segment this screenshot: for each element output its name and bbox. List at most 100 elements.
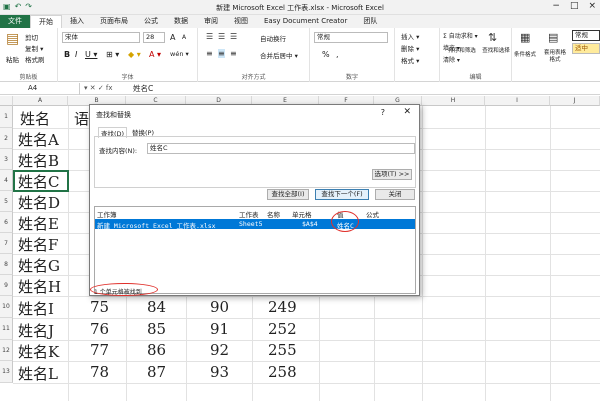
find-next-button[interactable]: 查找下一个(F) xyxy=(315,189,369,200)
row-header-5[interactable]: 5 xyxy=(0,191,13,212)
cell-a9[interactable]: 姓名H xyxy=(18,276,61,297)
align-right-icon[interactable]: ≡ xyxy=(230,49,237,58)
row-header-11[interactable]: 11 xyxy=(0,318,13,340)
table-format-icon[interactable]: ▤ xyxy=(548,31,558,44)
underline-button[interactable]: U ▾ xyxy=(85,50,97,59)
italic-button[interactable]: I xyxy=(75,50,77,59)
clear-button[interactable]: 清除 ▾ xyxy=(443,55,460,64)
border-button[interactable]: ⊞ ▾ xyxy=(106,50,119,59)
paste-button[interactable]: 粘贴 xyxy=(6,54,19,64)
merge-center-button[interactable]: 合并后居中 ▾ xyxy=(260,50,298,60)
cell-a6[interactable]: 姓名E xyxy=(18,213,59,234)
shrink-font-button[interactable]: A xyxy=(182,34,186,41)
copy-button[interactable]: 复制 ▾ xyxy=(25,43,43,53)
tab-review[interactable]: 审阅 xyxy=(196,15,226,28)
row-header-6[interactable]: 6 xyxy=(0,212,13,233)
cell-a12[interactable]: 姓名K xyxy=(18,341,59,362)
row-header-7[interactable]: 7 xyxy=(0,233,13,254)
cell-a8[interactable]: 姓名G xyxy=(18,255,60,276)
cell-e12[interactable]: 255 xyxy=(268,341,297,359)
percent-button[interactable]: % xyxy=(322,50,330,59)
phonetic-button[interactable]: wén ▾ xyxy=(170,50,189,58)
align-middle-icon[interactable]: ☰ xyxy=(218,32,225,41)
cell-d12[interactable]: 92 xyxy=(210,341,229,359)
insert-cells-button[interactable]: 插入 ▾ xyxy=(401,31,419,41)
cell-a10[interactable]: 姓名I xyxy=(18,298,54,319)
dialog-close-icon[interactable]: ✕ xyxy=(403,107,411,117)
cell-b11[interactable]: 76 xyxy=(90,320,109,338)
tab-view[interactable]: 视图 xyxy=(226,15,256,28)
row-header-8[interactable]: 8 xyxy=(0,254,13,275)
minimize-button[interactable]: − xyxy=(552,1,560,11)
style-normal[interactable]: 常规 xyxy=(572,30,600,41)
cell-a13[interactable]: 姓名L xyxy=(18,363,58,384)
cell-c12[interactable]: 86 xyxy=(147,341,166,359)
bold-button[interactable]: B xyxy=(64,50,70,59)
cell-d13[interactable]: 93 xyxy=(210,363,229,381)
cell-e10[interactable]: 249 xyxy=(268,298,297,316)
cut-button[interactable]: 剪切 xyxy=(25,32,38,42)
sort-filter-icon[interactable]: ⇅ xyxy=(488,31,497,44)
row-header-3[interactable]: 3 xyxy=(0,149,13,170)
conditional-format-button[interactable]: 条件格式 xyxy=(514,50,536,58)
autosum-button[interactable]: Σ 自动求和 ▾ xyxy=(443,31,478,40)
cell-d11[interactable]: 91 xyxy=(210,320,229,338)
cell-a3[interactable]: 姓名B xyxy=(18,150,59,171)
fill-color-button[interactable]: ◆ ▾ xyxy=(128,50,141,59)
number-format-select[interactable]: 常规 xyxy=(314,32,388,43)
tab-file[interactable]: 文件 xyxy=(0,15,30,28)
tab-insert[interactable]: 插入 xyxy=(62,15,92,28)
grow-font-button[interactable]: A xyxy=(170,33,175,42)
maximize-button[interactable]: □ xyxy=(570,1,579,11)
row-header-2[interactable]: 2 xyxy=(0,128,13,149)
sort-filter-button[interactable]: 排序和筛选 xyxy=(444,48,480,55)
column-header-a[interactable]: A xyxy=(13,96,68,106)
align-top-icon[interactable]: ☰ xyxy=(206,32,213,41)
cell-c13[interactable]: 87 xyxy=(147,363,166,381)
align-center-icon[interactable]: ≡ xyxy=(218,49,225,58)
font-size-select[interactable]: 28 xyxy=(143,32,165,43)
dialog-close-button[interactable]: 关闭 xyxy=(375,189,415,200)
result-row[interactable]: 新建 Microsoft Excel 工作表.xlsx Sheet5 $A$4 … xyxy=(95,219,415,230)
wrap-text-button[interactable]: 自动换行 xyxy=(260,33,286,43)
tab-data[interactable]: 数据 xyxy=(166,15,196,28)
cell-a1[interactable]: 姓名 xyxy=(20,108,50,129)
select-all-corner[interactable] xyxy=(0,96,13,106)
conditional-format-icon[interactable]: ▦ xyxy=(520,31,530,44)
tab-team[interactable]: 团队 xyxy=(355,15,385,28)
cell-a7[interactable]: 姓名F xyxy=(18,234,58,255)
cell-b12[interactable]: 77 xyxy=(90,341,109,359)
format-painter-button[interactable]: 格式刷 xyxy=(25,54,45,64)
formula-input[interactable]: 姓名C xyxy=(133,83,153,94)
row-header-9[interactable]: 9 xyxy=(0,275,13,296)
cell-b10[interactable]: 75 xyxy=(90,298,109,316)
cell-d10[interactable]: 90 xyxy=(210,298,229,316)
row-header-12[interactable]: 12 xyxy=(0,340,13,361)
options-button[interactable]: 选项(T) >> xyxy=(372,169,412,180)
row-header-10[interactable]: 10 xyxy=(0,296,13,318)
format-cells-button[interactable]: 格式 ▾ xyxy=(401,55,419,65)
help-button[interactable]: ? xyxy=(381,108,385,117)
table-format-button[interactable]: 套用表格格式 xyxy=(542,50,568,64)
tab-easy-document-creator[interactable]: Easy Document Creator xyxy=(256,15,355,28)
cell-e11[interactable]: 252 xyxy=(268,320,297,338)
tab-page-layout[interactable]: 页面布局 xyxy=(92,15,136,28)
font-name-select[interactable]: 宋体 xyxy=(62,32,140,43)
formula-buttons[interactable]: ▾ ✕ ✓ fx xyxy=(84,83,130,95)
font-color-button[interactable]: A ▾ xyxy=(149,50,161,59)
style-moderate[interactable]: 适中 xyxy=(572,43,600,54)
close-button[interactable]: × xyxy=(588,1,596,11)
cell-c10[interactable]: 84 xyxy=(147,298,166,316)
name-box[interactable]: A4 xyxy=(0,83,80,95)
row-header-1[interactable]: 1 xyxy=(0,106,13,128)
find-select-button[interactable]: 查找和选择 xyxy=(479,48,513,55)
cell-a5[interactable]: 姓名D xyxy=(18,192,60,213)
find-all-button[interactable]: 查找全部(I) xyxy=(267,189,309,200)
column-header-j[interactable]: J xyxy=(550,96,600,106)
find-what-input[interactable]: 姓名C xyxy=(147,143,415,154)
row-header-4[interactable]: 4 xyxy=(0,170,13,191)
column-header-h[interactable]: H xyxy=(422,96,485,106)
cell-c11[interactable]: 85 xyxy=(147,320,166,338)
cell-b1[interactable]: 语 xyxy=(74,108,89,129)
comma-button[interactable]: , xyxy=(336,50,339,59)
